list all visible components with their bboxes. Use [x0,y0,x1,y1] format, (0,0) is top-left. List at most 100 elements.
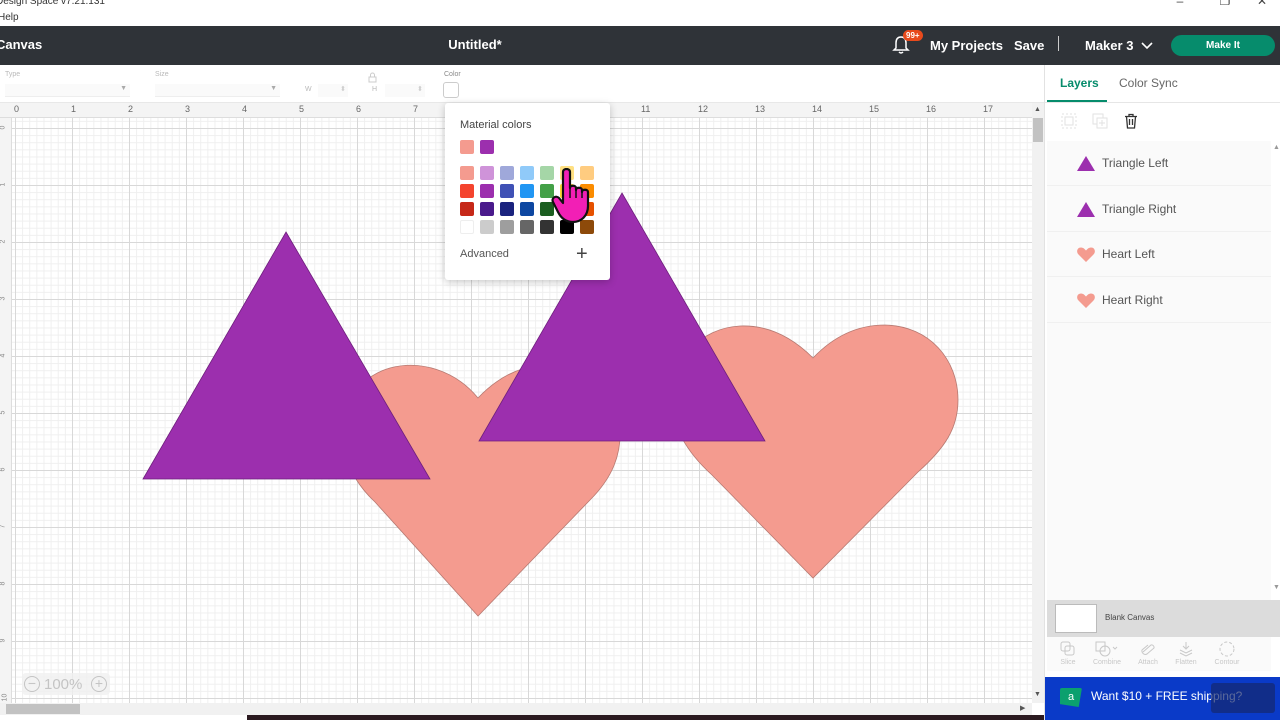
group-icon[interactable] [1061,113,1077,129]
ruler-tick-label: 3 [185,104,191,114]
layer-name: Heart Right [1102,292,1163,307]
notification-badge: 99+ [903,30,923,41]
tab-layers[interactable]: Layers [1060,76,1099,90]
combine-icon [1095,641,1118,657]
layer-item[interactable]: Triangle Right [1047,187,1271,232]
tool-label: Contour [1214,659,1240,666]
trash-icon[interactable] [1123,113,1139,129]
triangle-icon [1077,201,1095,217]
attach-tool[interactable]: Attach [1128,641,1168,666]
add-color-icon[interactable]: + [576,243,588,266]
palette-color-swatch[interactable] [460,202,474,216]
ruler-tick-label: 3 [0,296,7,301]
hand-pointer-cursor-icon [551,168,590,224]
machine-selector[interactable]: Maker 3 [1085,38,1153,53]
scroll-thumb[interactable] [1033,118,1043,142]
contour-tool[interactable]: Contour [1207,641,1247,666]
scroll-right-icon[interactable]: ▶ [1020,704,1025,712]
header-separator [1058,36,1059,51]
ruler-tick-label: 12 [698,104,709,114]
ruler-tick-label: 6 [356,104,362,114]
restore-icon[interactable]: ❐ [1215,0,1235,8]
palette-color-swatch[interactable] [460,220,474,234]
scroll-down-icon[interactable]: ▼ [1034,691,1041,698]
zoom-in-icon[interactable]: + [91,676,107,692]
ruler-tick-label: 15 [869,104,880,114]
tab-color-sync[interactable]: Color Sync [1119,76,1178,90]
palette-color-swatch[interactable] [500,166,514,180]
chevron-down-icon [1141,42,1153,50]
recent-color-swatch[interactable] [460,140,474,154]
ruler-tick-label: 5 [299,104,305,114]
palette-color-swatch[interactable] [520,166,534,180]
layers-scrollbar[interactable]: ▲ ▼ [1271,141,1280,596]
palette-color-swatch[interactable] [500,220,514,234]
size-select[interactable]: ▼ [155,84,280,97]
stepper-icon[interactable]: ⬍ [340,85,346,93]
color-label: Color [444,71,461,78]
palette-color-swatch[interactable] [480,220,494,234]
layer-name: Triangle Left [1102,156,1169,170]
contour-icon [1219,641,1235,657]
ruler-tick-label: 7 [413,104,419,114]
popup-title: Material colors [460,119,532,131]
width-input[interactable]: ⬍ [318,84,348,97]
width-label: W [305,86,312,93]
slice-tool[interactable]: Slice [1048,641,1088,666]
ruler-tick-label: 5 [0,410,7,415]
lock-icon[interactable] [368,72,377,83]
flatten-icon [1179,642,1193,657]
ruler-tick-label: 11 [641,104,651,114]
promo-banner[interactable]: a Want $10 + FREE shipping? [1045,677,1280,720]
document-title[interactable]: Untitled* [0,37,950,52]
ruler-tick-label: 16 [926,104,937,114]
combine-tool[interactable]: Combine [1087,641,1127,666]
size-label: Size [155,71,169,78]
stepper-icon[interactable]: ⬍ [417,85,423,93]
palette-color-swatch[interactable] [460,166,474,180]
palette-color-swatch[interactable] [500,184,514,198]
palette-color-swatch[interactable] [460,184,474,198]
make-it-button[interactable]: Make It [1171,35,1275,56]
height-input[interactable]: ⬍ [385,84,425,97]
design-space-window: Design Space v7.21.131 Help – ❐ ✕ Canvas… [0,0,1280,720]
menu-help[interactable]: Help [0,12,19,23]
flatten-tool[interactable]: Flatten [1166,641,1206,666]
scroll-thumb[interactable] [6,704,80,714]
duplicate-icon[interactable] [1092,113,1108,129]
palette-color-swatch[interactable] [520,220,534,234]
scroll-up-icon[interactable]: ▲ [1273,144,1280,151]
canvas-horizontal-scrollbar[interactable]: ▶ [0,703,1032,715]
color-swatch-button[interactable] [443,82,459,98]
close-icon[interactable]: ✕ [1252,0,1272,8]
layer-item[interactable]: Heart Right [1047,278,1271,323]
minimize-icon[interactable]: – [1170,0,1190,8]
palette-color-swatch[interactable] [480,184,494,198]
palette-color-swatch[interactable] [480,166,494,180]
ruler-tick-label: 13 [755,104,766,114]
height-label: H [372,86,378,93]
promo-overlay-controls[interactable] [1211,683,1275,713]
type-label: Type [5,71,21,78]
my-projects-link[interactable]: My Projects [930,38,1003,53]
heart-icon [1077,247,1095,262]
palette-color-swatch[interactable] [520,202,534,216]
caret-down-icon: ▼ [270,85,277,92]
zoom-control: − 100% + [22,673,110,695]
zoom-out-icon[interactable]: − [24,676,40,692]
type-select[interactable]: ▼ [5,84,130,97]
shape-triangle-left[interactable] [142,231,431,480]
palette-color-swatch[interactable] [520,184,534,198]
save-button[interactable]: Save [1014,38,1044,53]
scroll-down-icon[interactable]: ▼ [1273,584,1280,591]
layer-item[interactable]: Heart Left [1047,232,1271,277]
blank-canvas-layer[interactable]: Blank Canvas [1047,600,1280,637]
palette-color-swatch[interactable] [480,202,494,216]
edit-toolbar: Type ▼ Size ▼ W ⬍ H ⬍ Color [0,65,1044,103]
layer-item[interactable]: Triangle Left [1047,141,1271,186]
advanced-link[interactable]: Advanced [460,248,509,260]
recent-color-swatch[interactable] [480,140,494,154]
palette-color-swatch[interactable] [500,202,514,216]
scroll-up-icon[interactable]: ▲ [1034,106,1041,113]
canvas-vertical-scrollbar[interactable]: ▲ ▼ [1032,103,1044,703]
